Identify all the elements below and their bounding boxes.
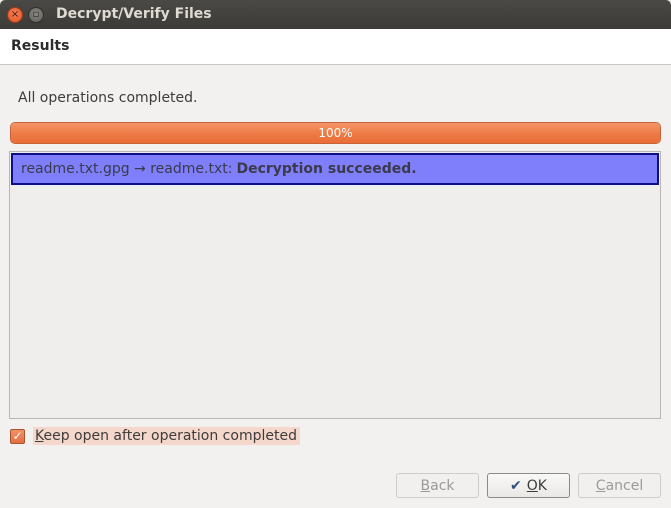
- back-button[interactable]: Back: [396, 473, 479, 498]
- cancel-mnemonic: C: [595, 477, 606, 494]
- title-bar: × ▫ Decrypt/Verify Files: [0, 0, 671, 29]
- back-mnemonic: B: [420, 477, 431, 494]
- status-text: All operations completed.: [18, 90, 198, 106]
- keep-open-checkbox[interactable]: ✓: [10, 428, 25, 444]
- result-row[interactable]: readme.txt.gpg → readme.txt: Decryption …: [11, 153, 659, 185]
- cancel-label: ancel: [605, 477, 644, 494]
- checkmark-icon: ✔: [510, 477, 522, 494]
- close-icon: ×: [10, 9, 20, 20]
- back-label: ack: [430, 477, 455, 494]
- close-window-button[interactable]: ×: [7, 7, 23, 23]
- ok-label: K: [537, 477, 547, 494]
- keep-open-option[interactable]: ✓ Keep open after operation completed: [10, 426, 300, 446]
- keep-open-label-text: eep open after operation completed: [43, 428, 297, 444]
- progress-label: 100%: [318, 126, 353, 140]
- minimize-icon: ▫: [32, 9, 40, 20]
- ok-mnemonic: O: [526, 477, 538, 494]
- result-message: Decryption succeeded.: [236, 161, 417, 177]
- keep-open-label[interactable]: Keep open after operation completed: [33, 427, 300, 445]
- progress-bar: 100%: [10, 122, 661, 144]
- page-title: Results: [11, 38, 70, 54]
- window-title: Decrypt/Verify Files: [56, 6, 212, 22]
- result-file-chain: readme.txt.gpg → readme.txt:: [21, 161, 233, 177]
- page-header: Results: [0, 29, 671, 65]
- checkmark-icon: ✓: [12, 428, 23, 443]
- results-list[interactable]: readme.txt.gpg → readme.txt: Decryption …: [9, 151, 661, 419]
- ok-button[interactable]: ✔ OK: [487, 473, 570, 498]
- cancel-button[interactable]: Cancel: [578, 473, 661, 498]
- minimize-window-button[interactable]: ▫: [28, 7, 44, 23]
